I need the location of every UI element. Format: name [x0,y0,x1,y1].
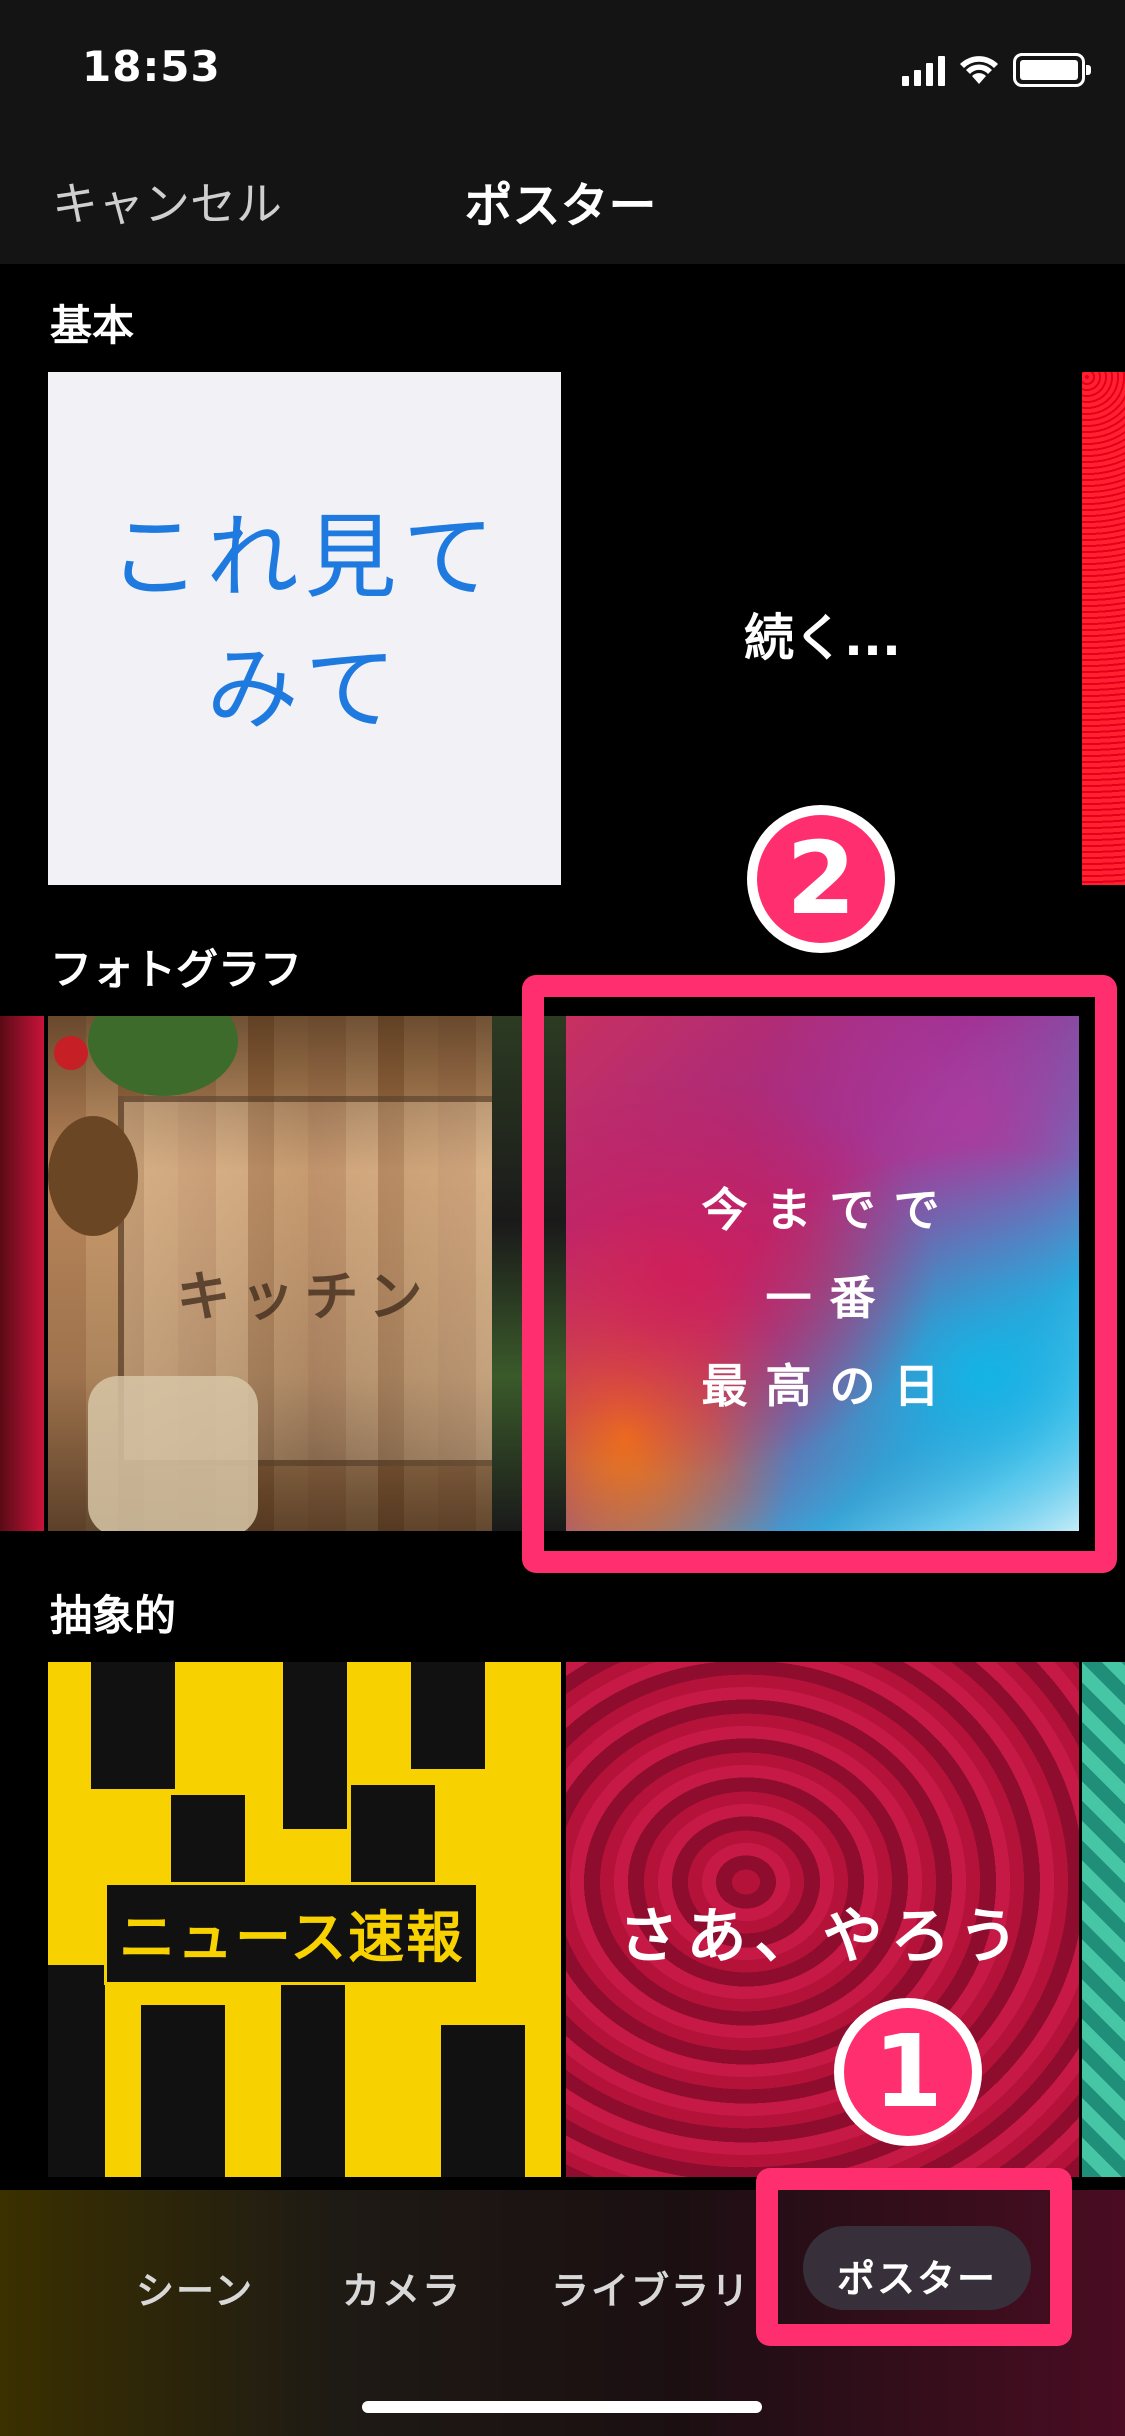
section-label-photograph: フォトグラフ [50,945,303,994]
signal-icon [902,54,945,86]
block-shape [138,2002,228,2177]
poster-tile-kitchen[interactable]: キッチン [48,1016,561,1531]
home-indicator[interactable] [362,2401,762,2413]
block-shape [280,1662,350,1832]
cloth-image [88,1376,258,1531]
poster-tile-text: さあ、やろう [618,1902,1027,1972]
section-label-basic: 基本 [50,301,135,350]
poster-text-line: みて [206,636,403,743]
radish-image [54,1036,88,1070]
step-badge-number: 2 [757,815,885,943]
page-title: ポスター [0,166,1125,236]
block-shape [408,1662,488,1772]
poster-tile-partial[interactable] [1082,372,1125,885]
page-title-text: ポスター [464,178,657,234]
block-shape [88,1662,178,1792]
wifi-icon [960,56,998,84]
poster-tile-look-at-this[interactable]: これ見て みて [48,372,561,885]
tab-camera[interactable]: カメラ [342,2260,462,2315]
tab-scenes[interactable]: シーン [136,2260,254,2315]
poster-tile-partial[interactable] [1082,1662,1125,2177]
section-label-abstract: 抽象的 [50,1591,177,1640]
poster-tile-text: これ見て みて [48,492,561,756]
status-time: 18:53 [82,42,221,91]
status-icons [902,52,1091,88]
highlight-box-step-1 [756,2168,1072,2346]
highlight-box-step-2 [522,975,1117,1573]
leaf-image [88,1016,238,1096]
poster-tile-text: キッチン [176,1265,433,1328]
poster-tile-lets-go[interactable]: さあ、やろう [566,1662,1079,2177]
block-shape [438,2022,528,2177]
battery-icon [1013,53,1091,87]
poster-tile-text: ニュース速報 [104,1882,480,1985]
step-badge-1: 1 [834,1998,982,2146]
tab-library[interactable]: ライブラリ [551,2260,751,2315]
poster-tile-breaking-news[interactable]: ニュース速報 [48,1662,561,2177]
step-badge-2: 2 [747,805,895,953]
poster-tile-partial[interactable] [0,1016,44,1531]
block-shape [278,1962,348,2177]
block-shape [48,1962,108,2177]
header-bar: 18:53 キャンセル ポスター [0,0,1125,264]
step-badge-number: 1 [844,2008,972,2136]
poster-text-line: これ見て [108,504,501,611]
poster-tile-text: 続く... [744,609,901,667]
bowl-image [48,1116,138,1236]
